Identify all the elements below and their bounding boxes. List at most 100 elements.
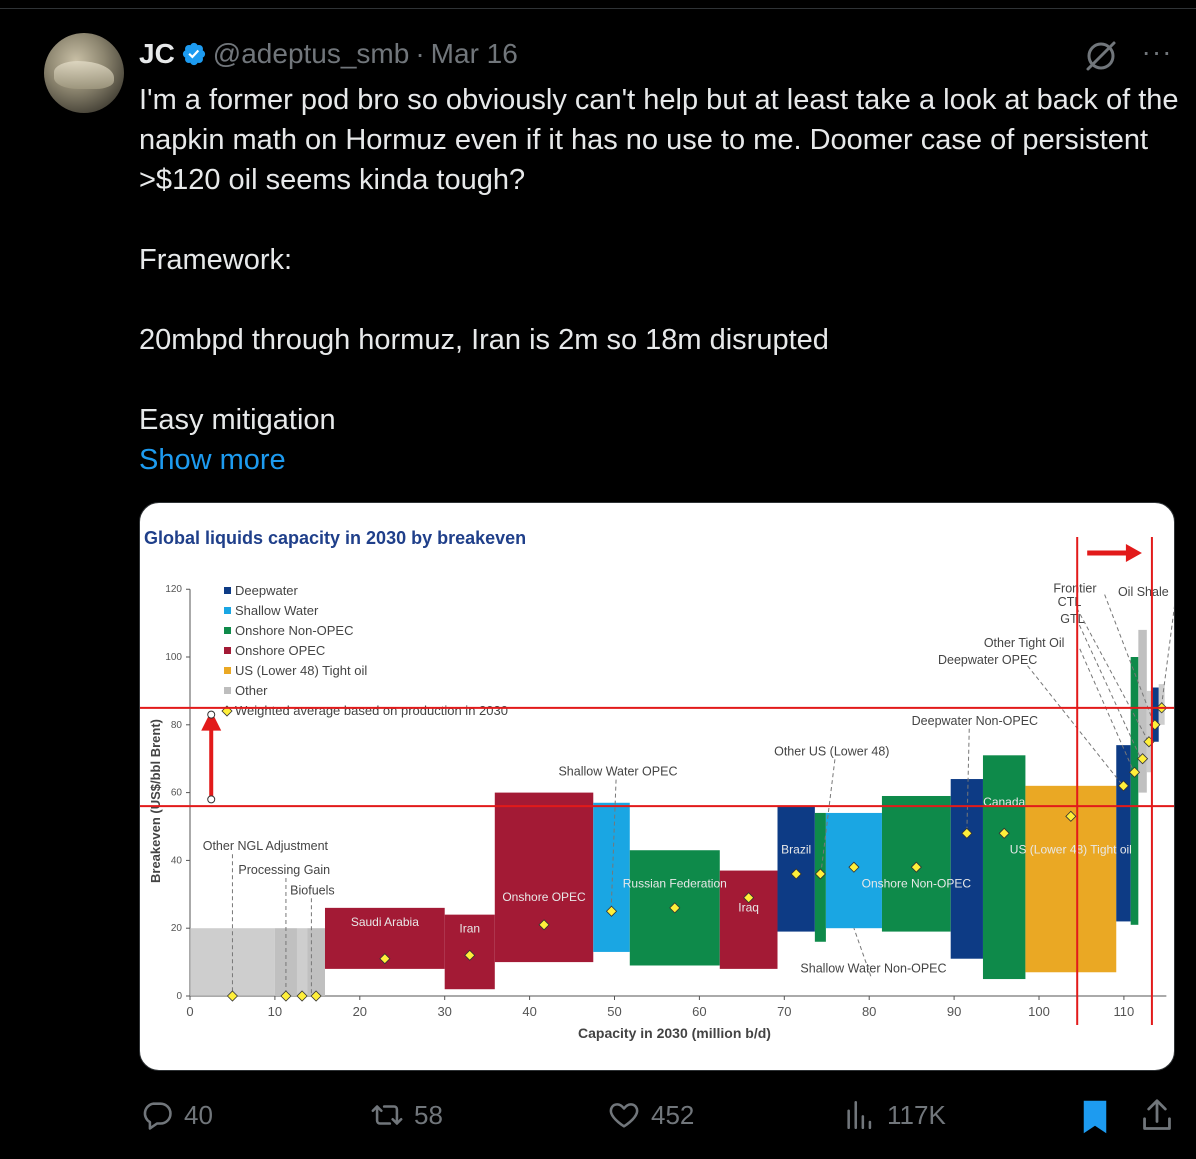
legend-label: US (Lower 48) Tight oil	[235, 663, 367, 678]
legend-label: Shallow Water	[235, 603, 319, 618]
reply-icon	[143, 1102, 172, 1130]
more-options-icon[interactable]: ···	[1140, 38, 1174, 72]
post-header: JC @adeptus_smb · Mar 16	[139, 36, 518, 72]
x-tick-label: 50	[607, 1004, 621, 1019]
chart-bar	[1138, 629, 1147, 793]
y-tick-label: 40	[171, 855, 183, 866]
bar-label: Russian Federation	[623, 877, 727, 891]
x-tick-label: 0	[186, 1004, 193, 1019]
callout-label: Deepwater Non-OPEC	[912, 714, 1038, 728]
x-tick-label: 110	[1114, 1004, 1135, 1019]
x-tick-label: 80	[862, 1004, 876, 1019]
action-bar: 40 58 452 117K	[0, 1090, 1196, 1144]
heart-icon	[609, 1103, 639, 1128]
legend-label: Other	[235, 683, 268, 698]
y-tick-label: 0	[176, 991, 182, 1002]
chart-bar	[307, 928, 325, 996]
chart: Global liquids capacity in 2030 by break…	[140, 528, 1174, 1041]
chart-bar	[296, 928, 308, 996]
tweet-text: I'm a former pod bro so obviously can't …	[139, 80, 1179, 480]
y-tick-label: 120	[165, 584, 182, 595]
x-tick-label: 100	[1028, 1004, 1050, 1019]
y-tick-label: 20	[171, 923, 183, 934]
chart-bar	[719, 870, 778, 969]
annotation-right-arrowhead	[1125, 544, 1142, 562]
avatar[interactable]	[44, 33, 124, 113]
like-button[interactable]: 452	[607, 1098, 694, 1132]
y-tick-label: 60	[171, 788, 183, 799]
chart-bar	[1146, 690, 1152, 773]
callout-label: Other US (Lower 48)	[774, 744, 889, 758]
callout-label: Oil Shale	[1118, 585, 1169, 599]
callout-label: Processing Gain	[238, 863, 330, 877]
bar-label: Onshore OPEC	[502, 890, 586, 904]
callout-label: Shallow Water OPEC	[558, 765, 677, 779]
top-divider	[0, 8, 1196, 9]
legend-swatch	[224, 647, 231, 654]
views-count: 117K	[887, 1099, 946, 1130]
callout-leader	[1027, 665, 1124, 787]
tweet-paragraph: Framework:	[139, 244, 293, 276]
chart-bar	[1130, 657, 1139, 925]
tweet-paragraph: Easy mitigation	[139, 404, 336, 436]
callout-label: Biofuels	[290, 883, 334, 897]
callout-label: GTL	[1060, 612, 1084, 626]
chart-bar	[982, 755, 1026, 980]
legend-swatch	[224, 607, 231, 614]
x-tick-label: 40	[522, 1004, 536, 1019]
x-tick-label: 20	[353, 1004, 367, 1019]
callout-leader	[1079, 648, 1135, 773]
legend-swatch	[224, 667, 231, 674]
bar-label: Brazil	[781, 843, 811, 857]
chart-title: Global liquids capacity in 2030 by break…	[144, 528, 526, 548]
x-tick-label: 30	[437, 1004, 451, 1019]
callout-label: Shallow Water Non-OPEC	[800, 961, 946, 975]
y-tick-label: 100	[165, 652, 182, 663]
tweet-paragraph: I'm a former pod bro so obviously can't …	[139, 84, 1179, 196]
legend-label: Onshore OPEC	[235, 643, 325, 658]
legend-swatch	[224, 627, 231, 634]
repost-icon	[371, 1105, 403, 1125]
callout-label: Other NGL Adjustment	[203, 839, 329, 853]
repost-button[interactable]: 58	[370, 1098, 443, 1132]
views-button[interactable]: 117K	[843, 1098, 946, 1132]
repost-count: 58	[414, 1099, 443, 1130]
x-tick-label: 60	[692, 1004, 706, 1019]
separator-dot: ·	[415, 38, 425, 69]
callout-label: Frontier	[1053, 582, 1096, 596]
author-handle[interactable]: @adeptus_smb	[213, 38, 410, 70]
x-tick-label: 70	[777, 1004, 791, 1019]
legend-swatch	[224, 687, 231, 694]
x-tick-label: 90	[947, 1004, 961, 1019]
avatar-image	[54, 61, 114, 89]
reply-button[interactable]: 40	[140, 1098, 213, 1132]
bar-label: Onshore Non-OPEC	[862, 877, 972, 891]
y-axis-label: Breakeven (US$/bbl Brent)	[148, 719, 163, 883]
bookmark-icon[interactable]	[1080, 1098, 1110, 1136]
show-more-link[interactable]: Show more	[139, 440, 1179, 480]
like-count: 452	[651, 1099, 695, 1130]
x-axis-label: Capacity in 2030 (million b/d)	[578, 1025, 771, 1041]
tweet-paragraph: 20mbpd through hormuz, Iran is 2m so 18m…	[139, 324, 829, 356]
verified-badge-icon[interactable]	[181, 41, 207, 67]
legend-label: Onshore Non-OPEC	[235, 623, 354, 638]
views-icon	[847, 1100, 872, 1130]
legend-swatch	[224, 587, 231, 594]
x-tick-label: 10	[268, 1004, 282, 1019]
callout-label: Deepwater OPEC	[938, 653, 1037, 667]
chart-bar	[494, 792, 594, 963]
post-date[interactable]: Mar 16	[431, 38, 518, 70]
legend-label: Weighted average based on production in …	[235, 703, 508, 718]
chart-image-card[interactable]: Global liquids capacity in 2030 by break…	[139, 502, 1175, 1071]
chart-bar	[1116, 745, 1131, 922]
callout-label: Other Tight Oil	[984, 636, 1065, 650]
annotation-circle	[207, 795, 216, 804]
reply-count: 40	[184, 1099, 213, 1130]
bar-label: Saudi Arabia	[351, 915, 419, 929]
grok-icon[interactable]	[1083, 38, 1119, 74]
share-icon[interactable]	[1140, 1098, 1174, 1134]
bar-label: US (Lower 48) Tight oil	[1010, 843, 1132, 857]
legend-label: Deepwater	[235, 583, 299, 598]
author-name[interactable]: JC	[139, 38, 175, 70]
bar-label: Iran	[459, 922, 480, 936]
